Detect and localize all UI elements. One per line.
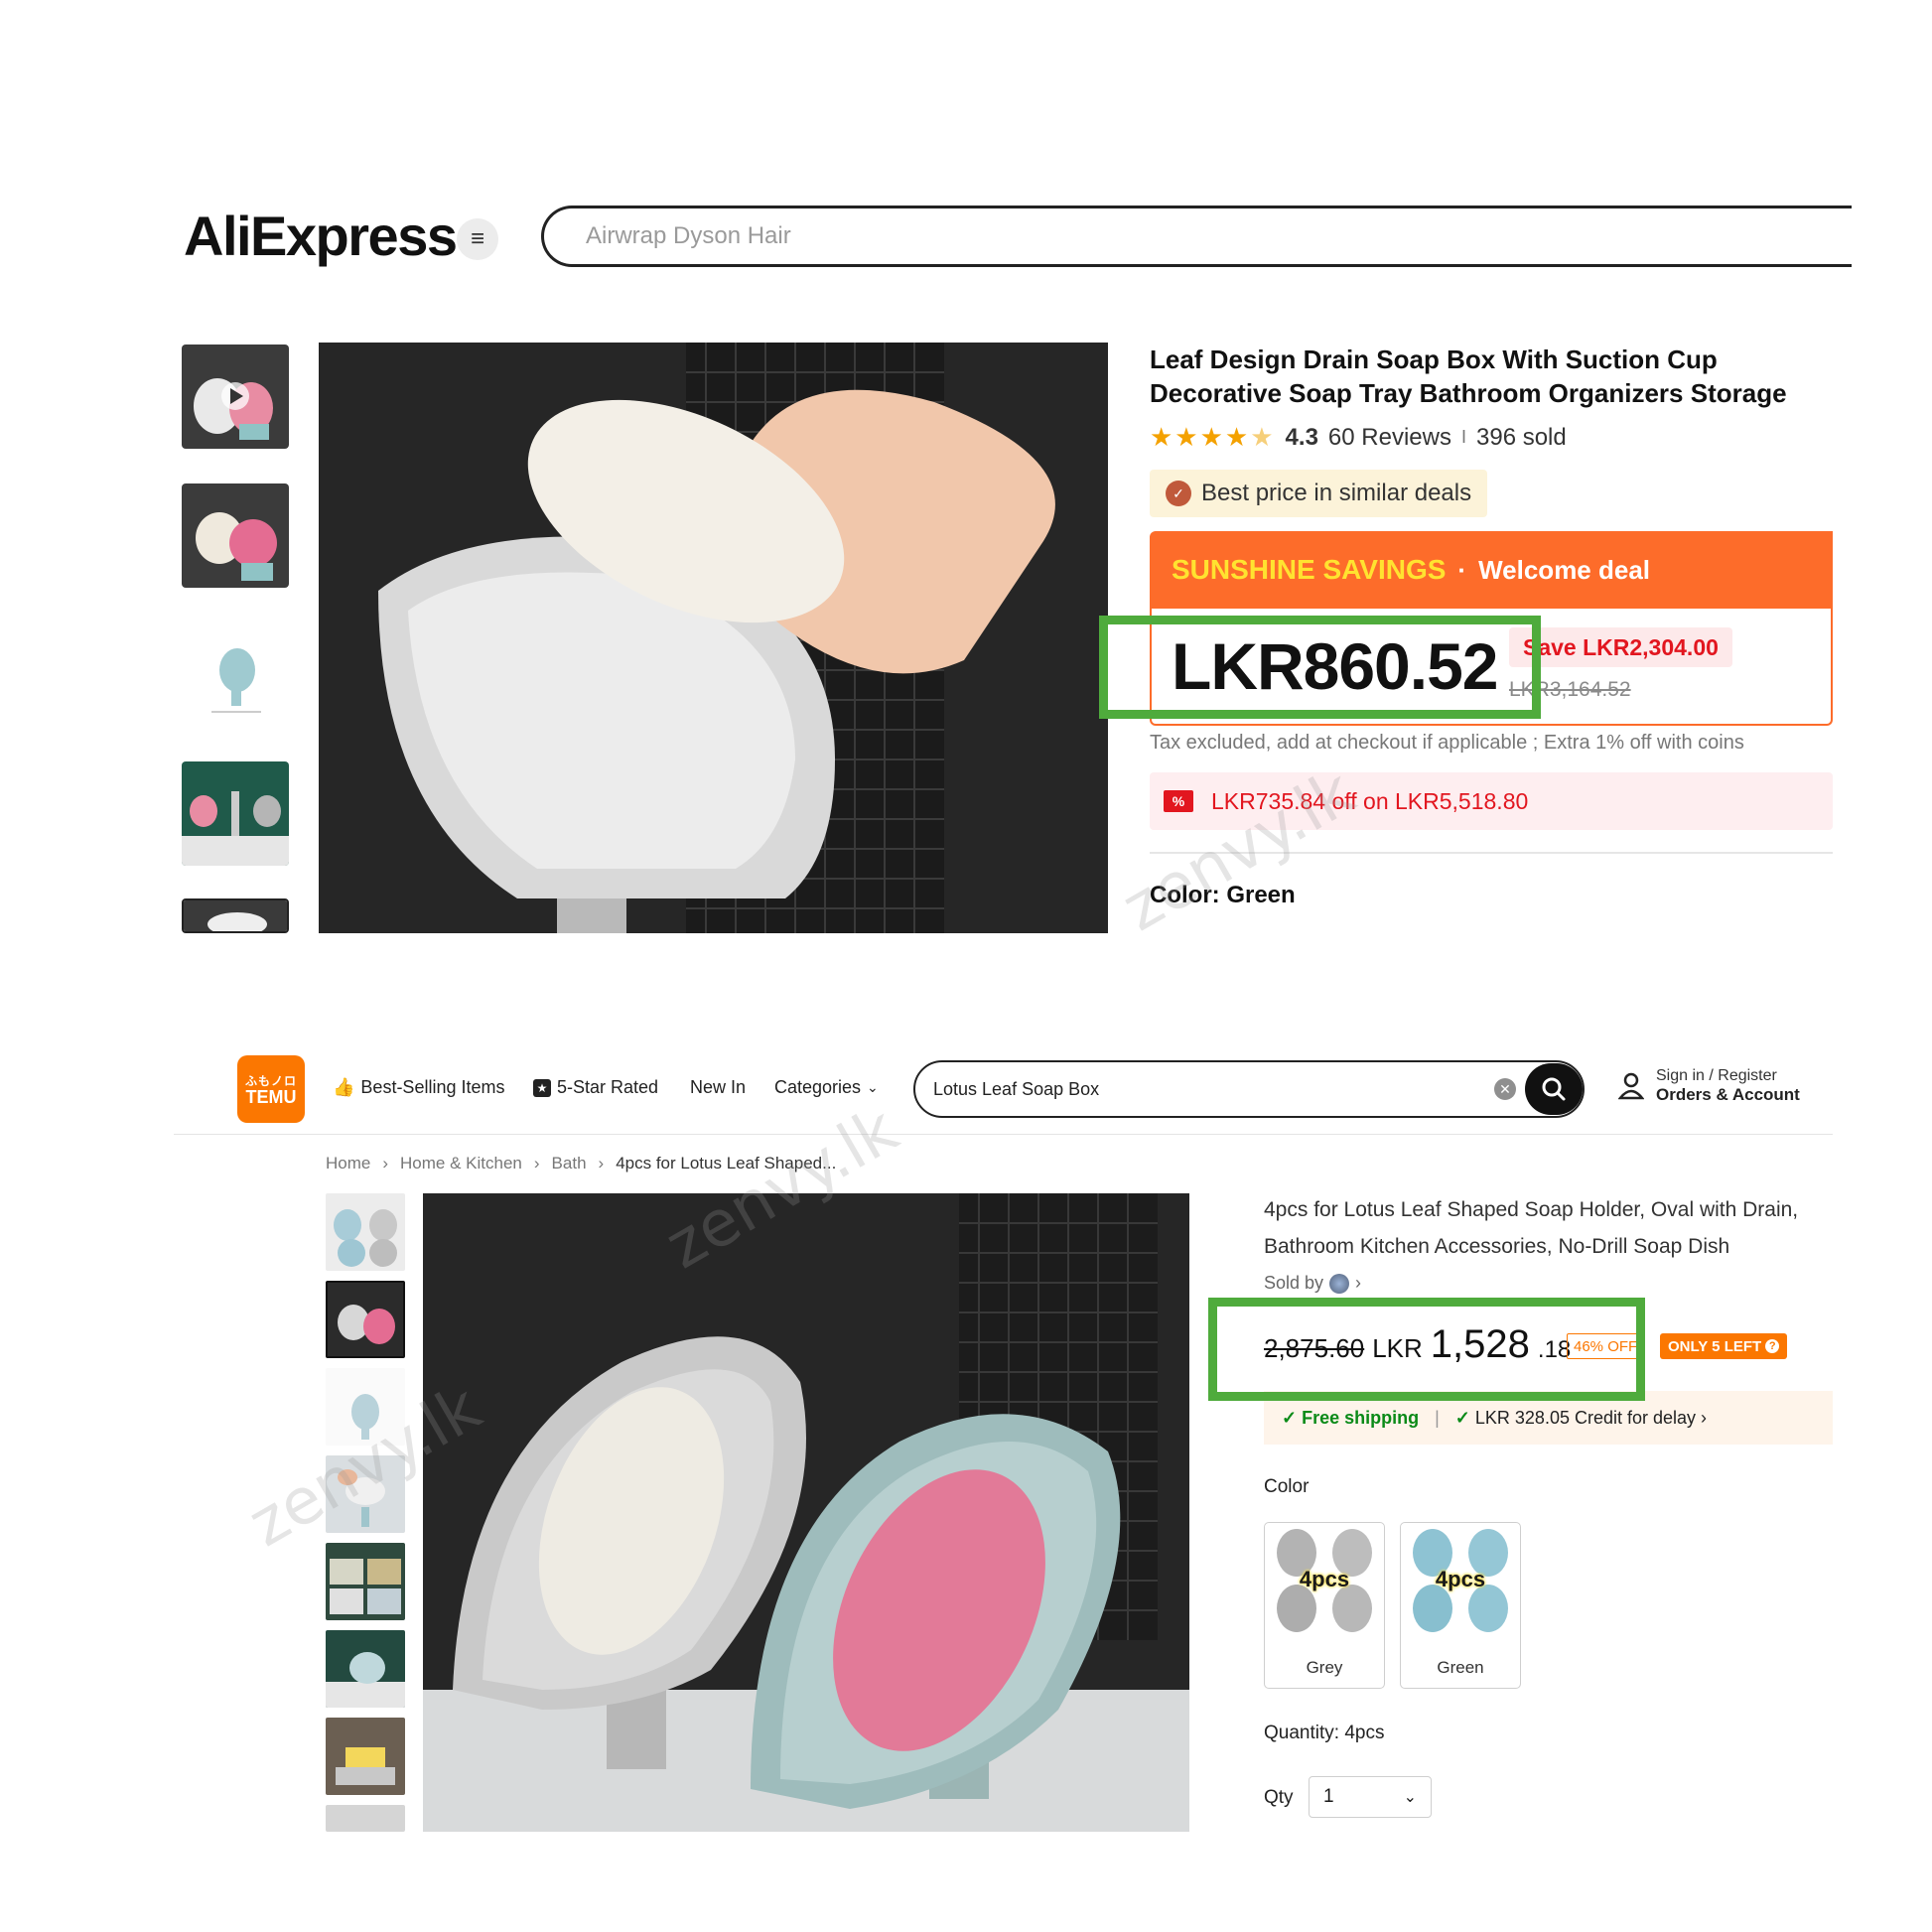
star-badge-icon: ★: [533, 1078, 551, 1097]
chevron-right-icon: ›: [382, 1154, 389, 1173]
product-thumbnail[interactable]: [182, 898, 289, 933]
product-thumbnail[interactable]: [182, 483, 289, 588]
product-thumbnail[interactable]: [326, 1630, 405, 1708]
best-price-text: Best price in similar deals: [1201, 480, 1472, 506]
sign-in-link[interactable]: Sign in / Register: [1656, 1067, 1800, 1085]
breadcrumb-home-kitchen[interactable]: Home & Kitchen: [400, 1154, 522, 1173]
shipping-separator: |: [1435, 1407, 1440, 1428]
temu-logo-text: TEMU: [245, 1087, 297, 1107]
product-thumbnail[interactable]: [326, 1543, 405, 1620]
color-option-grey[interactable]: 4pcs Grey: [1264, 1522, 1385, 1689]
rating-value: 4.3: [1285, 423, 1318, 451]
nav-label: Categories: [774, 1077, 862, 1097]
price-highlight-box: [1099, 616, 1541, 719]
rating-stars: ★★★★★: [1150, 422, 1276, 452]
chevron-right-icon: ›: [1355, 1273, 1362, 1293]
sold-by[interactable]: Sold by ›: [1264, 1273, 1361, 1294]
product-title: Leaf Design Drain Soap Box With Suction …: [1150, 345, 1787, 408]
rating-row: ★★★★★ 4.3 60 Reviews I 396 sold: [1150, 422, 1567, 453]
nav-label: Best-Selling Items: [360, 1077, 505, 1097]
reviews-link[interactable]: 60 Reviews: [1328, 424, 1451, 452]
quantity-select[interactable]: 1 ⌄: [1309, 1776, 1432, 1818]
product-thumbnail[interactable]: [326, 1718, 405, 1795]
coupon-icon: %: [1164, 790, 1193, 812]
orders-account-link[interactable]: Orders & Account: [1656, 1085, 1800, 1105]
search-value: Lotus Leaf Soap Box: [933, 1078, 1100, 1099]
qty-label: Qty: [1264, 1787, 1294, 1808]
product-title: 4pcs for Lotus Leaf Shaped Soap Holder, …: [1264, 1198, 1799, 1258]
delay-credit: ✓ LKR 328.05 Credit for delay ›: [1454, 1407, 1708, 1428]
free-shipping: ✓ Free shipping: [1282, 1407, 1420, 1428]
nav-categories[interactable]: Categories ⌄: [774, 1077, 879, 1098]
nav-best-selling[interactable]: 👍 Best-Selling Items: [333, 1077, 504, 1098]
search-input[interactable]: Lotus Leaf Soap Box: [913, 1060, 1585, 1118]
color-label: Color: [1264, 1476, 1310, 1497]
product-thumbnail[interactable]: [182, 761, 289, 866]
pack-badge: 4pcs: [1299, 1567, 1350, 1591]
product-thumbnail-selected[interactable]: [326, 1281, 405, 1358]
nav-five-star[interactable]: ★ 5-Star Rated: [533, 1077, 658, 1098]
header-divider: [174, 1134, 1833, 1135]
save-badge: Save LKR2,304.00: [1509, 627, 1732, 667]
banner-dot: ·: [1457, 554, 1467, 585]
qty-value: 1: [1323, 1786, 1334, 1807]
breadcrumb-home[interactable]: Home: [326, 1154, 370, 1173]
seller-avatar: [1329, 1273, 1350, 1294]
nav-new-in[interactable]: New In: [690, 1077, 746, 1098]
user-icon: [1618, 1072, 1644, 1100]
price-tag-icon: ✓: [1166, 481, 1191, 506]
promo-banner: SUNSHINE SAVINGS · Welcome deal: [1150, 531, 1833, 609]
price-highlight-box: [1208, 1298, 1645, 1401]
product-main-image[interactable]: [423, 1193, 1189, 1832]
check-icon: ✓: [1454, 1407, 1475, 1428]
account-menu[interactable]: Sign in / Register Orders & Account: [1618, 1067, 1800, 1105]
rating-separator: I: [1460, 427, 1466, 447]
menu-icon[interactable]: ≡: [457, 218, 498, 260]
sold-by-label: Sold by: [1264, 1273, 1324, 1293]
tax-note: Tax excluded, add at checkout if applica…: [1150, 732, 1744, 754]
product-thumbnail[interactable]: [182, 622, 289, 727]
thumbs-up-icon: 👍: [333, 1077, 355, 1097]
search-input[interactable]: Airwrap Dyson Hair: [541, 206, 1852, 267]
color-name: Grey: [1306, 1658, 1343, 1677]
search-icon: [1542, 1077, 1566, 1101]
product-thumbnail[interactable]: [326, 1193, 405, 1271]
stock-text: ONLY 5 LEFT: [1668, 1337, 1762, 1355]
nav-label: New In: [690, 1077, 747, 1097]
aliexpress-logo[interactable]: AliExpress: [184, 204, 458, 268]
color-option-green[interactable]: 4pcs Green: [1400, 1522, 1521, 1689]
product-main-image[interactable]: [319, 343, 1108, 933]
pack-badge: 4pcs: [1435, 1567, 1486, 1591]
product-thumbnail-video[interactable]: [182, 345, 289, 449]
sold-count: 396 sold: [1476, 423, 1567, 451]
stock-badge: ONLY 5 LEFT ?: [1660, 1333, 1788, 1359]
temu-logo[interactable]: ふもノロ TEMU: [237, 1055, 305, 1123]
save-text: Save LKR2,304.00: [1523, 633, 1719, 660]
quantity-label: Quantity: 4pcs: [1264, 1723, 1385, 1743]
banner-event: SUNSHINE SAVINGS: [1172, 554, 1447, 585]
product-thumbnail[interactable]: [326, 1805, 405, 1832]
chevron-right-icon: ›: [533, 1154, 540, 1173]
nav-label: 5-Star Rated: [557, 1077, 659, 1097]
chevron-down-icon: ⌄: [1403, 1789, 1417, 1806]
best-price-badge: ✓ Best price in similar deals: [1150, 470, 1488, 517]
chevron-right-icon: ›: [1701, 1407, 1708, 1428]
search-button[interactable]: [1525, 1063, 1583, 1115]
chevron-right-icon: ›: [598, 1154, 605, 1173]
search-placeholder: Airwrap Dyson Hair: [586, 222, 791, 249]
help-icon[interactable]: ?: [1765, 1339, 1780, 1353]
check-icon: ✓: [1282, 1407, 1303, 1428]
breadcrumb-bath[interactable]: Bath: [552, 1154, 587, 1173]
banner-deal: Welcome deal: [1478, 554, 1651, 585]
color-name: Green: [1437, 1658, 1484, 1677]
clear-search-icon[interactable]: ✕: [1494, 1078, 1516, 1100]
